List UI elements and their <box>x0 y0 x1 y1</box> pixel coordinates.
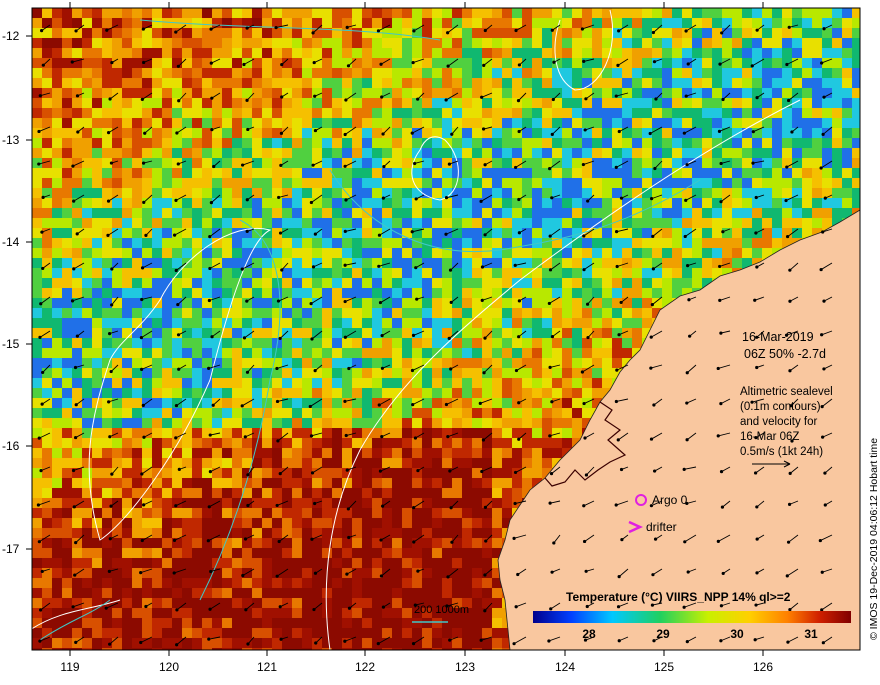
colorbar <box>533 611 851 623</box>
altimetry-line-3: and velocity for <box>740 415 817 430</box>
map-frame: 16-Mar-2019 06Z 50% -2.7d Altimetric sea… <box>0 0 880 680</box>
colorbar-tick: 28 <box>582 627 595 641</box>
time-label: 06Z 50% -2.7d <box>744 347 826 361</box>
altimetry-line-2: (0.1m contours) <box>740 400 821 415</box>
date-label: 16-Mar-2019 <box>742 330 814 344</box>
colorbar-tick: 30 <box>730 627 743 641</box>
x-tick-label: 120 <box>159 660 179 674</box>
y-tick-label: -17 <box>2 542 19 556</box>
x-tick-label: 122 <box>355 660 375 674</box>
depth-legend: 200 1000m <box>414 604 469 616</box>
x-tick-label: 126 <box>753 660 773 674</box>
y-tick-label: -16 <box>2 439 19 453</box>
y-tick-label: -12 <box>2 29 19 43</box>
x-tick-label: 124 <box>555 660 575 674</box>
credit-text: © IMOS 19-Dec-2019 04:06:12 Hobart time <box>868 438 880 640</box>
y-tick-label: -13 <box>2 133 19 147</box>
x-tick-label: 121 <box>257 660 277 674</box>
altimetry-line-4: 16-Mar 06Z <box>740 430 799 445</box>
x-tick-label: 119 <box>60 660 79 674</box>
x-tick-label: 123 <box>455 660 475 674</box>
colorbar-title: Temperature (°C) VIIRS_NPP 14% ql>=2 <box>566 590 790 604</box>
argo-label: Argo 0 <box>652 493 687 507</box>
colorbar-tick: 31 <box>804 627 817 641</box>
colorbar-tick: 29 <box>656 627 669 641</box>
x-tick-label: 125 <box>654 660 674 674</box>
y-tick-label: -14 <box>2 235 19 249</box>
drifter-label: drifter <box>646 520 677 534</box>
y-axis-ticks <box>26 36 32 549</box>
altimetry-line-1: Altimetric sealevel <box>740 385 833 400</box>
y-tick-label: -15 <box>2 337 19 351</box>
altimetry-line-5: 0.5m/s (1kt 24h) <box>740 445 823 460</box>
